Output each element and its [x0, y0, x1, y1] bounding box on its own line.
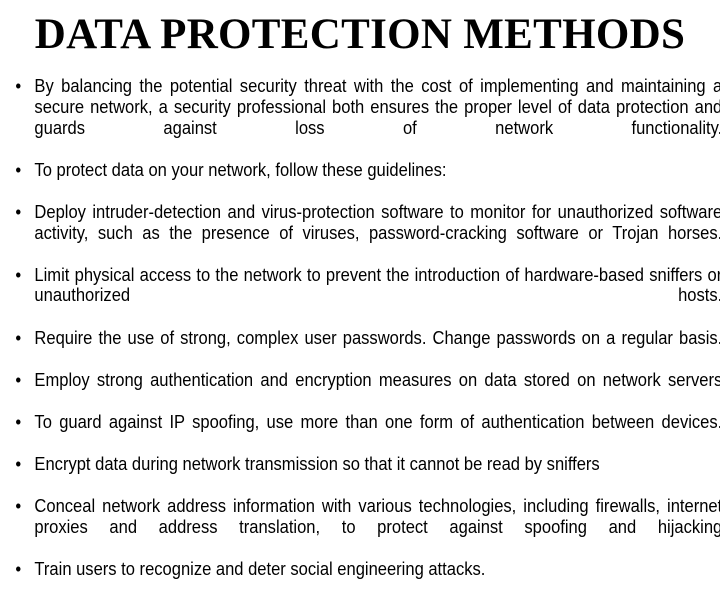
- list-item-text: By balancing the potential security thre…: [34, 75, 720, 138]
- bullet-point-icon: •: [15, 326, 22, 348]
- bullet-point-icon: •: [15, 494, 22, 516]
- list-item: • To guard against IP spoofing, use more…: [10, 410, 720, 454]
- list-item-text: Encrypt data during network transmission…: [34, 452, 600, 474]
- bullet-point-icon: •: [15, 410, 22, 432]
- bullet-point-icon: •: [15, 368, 22, 390]
- list-item-text: Require the use of strong, complex user …: [34, 326, 720, 348]
- list-item: • Deploy intruder-detection and virus-pr…: [10, 200, 720, 264]
- list-item: • Require the use of strong, complex use…: [10, 326, 720, 370]
- page-title: DATA PROTECTION METHODS: [34, 11, 686, 58]
- list-item: • By balancing the potential security th…: [10, 75, 720, 159]
- list-item-text: Train users to recognize and deter socia…: [34, 557, 486, 579]
- list-item: • Encrypt data during network transmissi…: [10, 452, 720, 496]
- bullet-point-icon: •: [15, 200, 22, 222]
- bullet-point-icon: •: [15, 75, 22, 96]
- bullet-point-icon: •: [15, 452, 22, 474]
- list-item-text: Employ strong authentication and encrypt…: [34, 368, 720, 390]
- list-item-text: To guard against IP spoofing, use more t…: [34, 410, 720, 432]
- list-item-text: Deploy intruder-detection and virus-prot…: [34, 200, 720, 243]
- list-item: • Employ strong authentication and encry…: [10, 368, 720, 412]
- list-item: • Train users to recognize and deter soc…: [10, 557, 720, 601]
- list-item: • To protect data on your network, follo…: [10, 158, 720, 202]
- list-item: • Limit physical access to the network t…: [10, 263, 720, 327]
- bullet-point-icon: •: [15, 158, 22, 180]
- list-item-text: Conceal network address information with…: [34, 494, 720, 537]
- bullet-list: • By balancing the potential security th…: [10, 75, 720, 601]
- bullet-point-icon: •: [15, 557, 22, 579]
- slide-canvas: DATA PROTECTION METHODS • By balancing t…: [0, 0, 720, 579]
- list-item: • Conceal network address information wi…: [10, 494, 720, 558]
- list-item-text: Limit physical access to the network to …: [34, 263, 720, 306]
- list-item-text: To protect data on your network, follow …: [34, 158, 447, 180]
- bullet-point-icon: •: [15, 263, 22, 285]
